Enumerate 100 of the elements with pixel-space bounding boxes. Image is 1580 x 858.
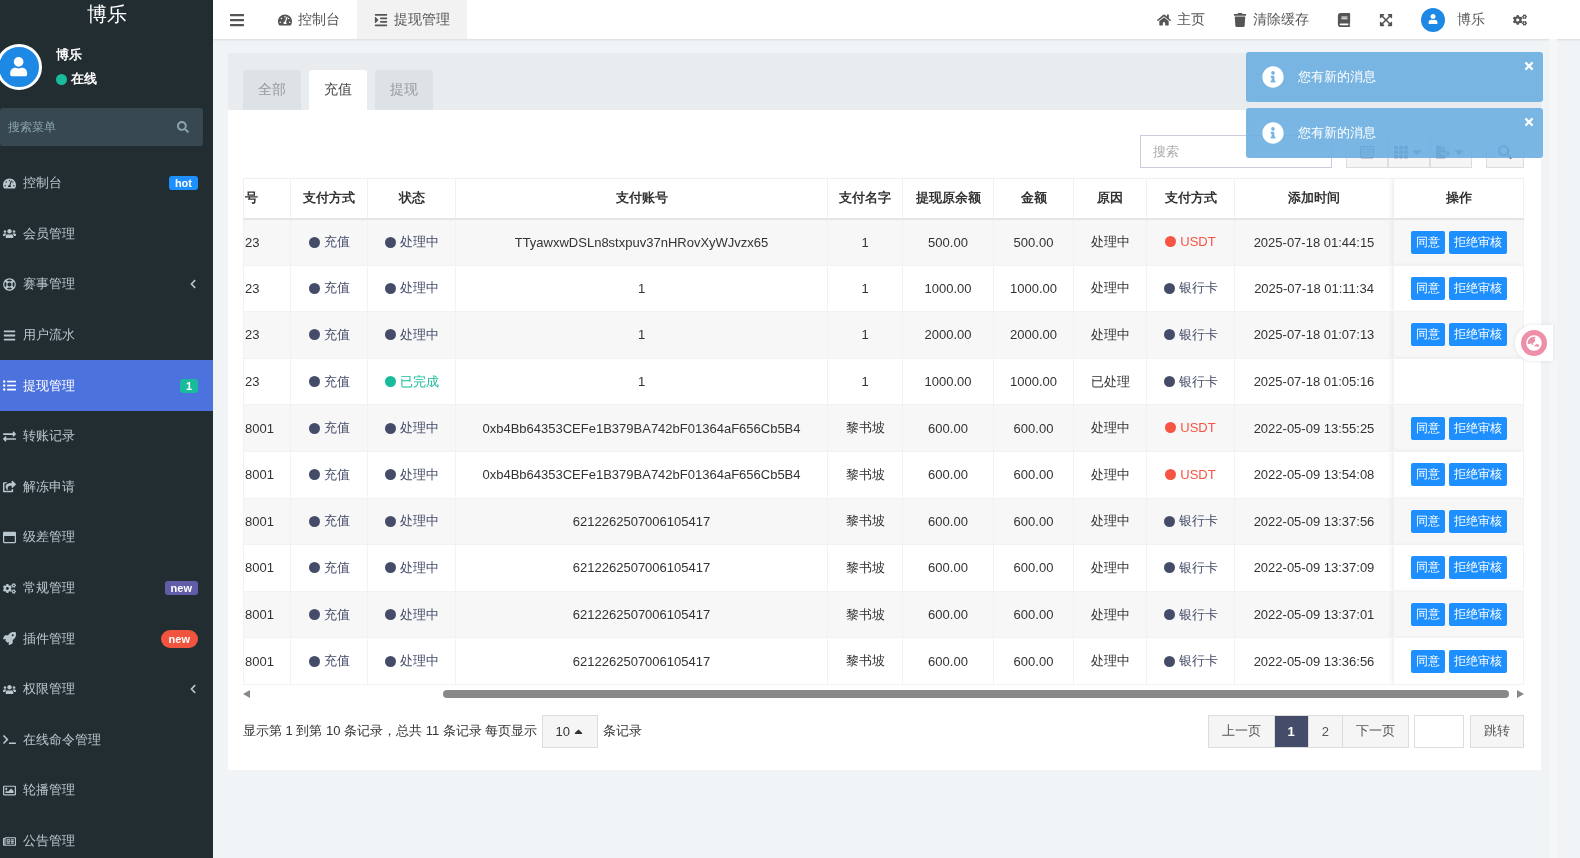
page-number-field[interactable] bbox=[1414, 714, 1464, 748]
scroll-left-icon[interactable] bbox=[243, 689, 250, 698]
menu-item[interactable]: 插件管理 new bbox=[0, 613, 213, 664]
table-cell: 2025-07-18 01:11:34 bbox=[1234, 265, 1394, 312]
column-header: 支付名字 bbox=[827, 178, 903, 219]
menu-item[interactable]: 控制台 hot bbox=[0, 158, 213, 209]
table-cell: 2022-05-09 13:54:08 bbox=[1234, 451, 1394, 499]
close-icon[interactable] bbox=[1523, 60, 1535, 72]
records-summary: 显示第 1 到第 10 条记录，总共 11 条记录 每页显示 bbox=[243, 722, 538, 741]
rocket-icon bbox=[3, 632, 16, 646]
table-cell: 8001 bbox=[243, 591, 291, 638]
menu-badge: 1 bbox=[179, 378, 198, 393]
jump-button[interactable]: 跳转 bbox=[1470, 714, 1524, 748]
gauge-icon bbox=[3, 176, 16, 190]
table-cell: 2025-07-18 01:44:15 bbox=[1234, 218, 1394, 266]
column-header: 支付方式 bbox=[1146, 178, 1235, 219]
method-tag: USDT bbox=[1165, 234, 1216, 250]
globe-icon bbox=[1526, 335, 1542, 351]
table-cell: 1 bbox=[827, 218, 903, 266]
user-menu[interactable]: 博乐 bbox=[1407, 0, 1499, 39]
menu-item[interactable]: 常规管理 new bbox=[0, 562, 213, 614]
menu-item[interactable]: 级差管理 bbox=[0, 512, 213, 563]
table-cell: 6212262507006105417 bbox=[455, 591, 828, 638]
table-cell: 23 bbox=[243, 358, 291, 405]
table-cell: 已处理 bbox=[1073, 358, 1147, 405]
table-cell: 1 bbox=[827, 358, 903, 405]
user-status: 在线 bbox=[56, 70, 97, 88]
list-icon bbox=[3, 379, 16, 393]
menu-badge: new bbox=[160, 629, 198, 648]
menu-badge: new bbox=[164, 581, 198, 596]
table-cell: 600.00 bbox=[902, 591, 994, 638]
info-icon bbox=[1262, 122, 1284, 144]
menu-item[interactable]: 转账记录 bbox=[0, 410, 213, 462]
column-header: 金额 bbox=[993, 178, 1074, 219]
column-header: 提现原余额 bbox=[902, 178, 994, 219]
page-button[interactable]: 1 bbox=[1273, 714, 1309, 748]
column-header: 状态 bbox=[367, 178, 456, 219]
table-cell: 1 bbox=[827, 311, 903, 359]
column-header: 支付方式 bbox=[290, 178, 368, 219]
table-cell: 600.00 bbox=[993, 498, 1074, 545]
menu-item[interactable]: 赛事管理 bbox=[0, 259, 213, 310]
menu-search-field[interactable]: 搜索菜单 bbox=[0, 108, 203, 146]
menu-item[interactable]: 在线命令管理 bbox=[0, 714, 213, 766]
table-cell: 600.00 bbox=[993, 404, 1074, 452]
menu-item[interactable]: 公告管理 bbox=[0, 815, 213, 858]
menu-item[interactable]: 用户流水 bbox=[0, 309, 213, 361]
user-avatar bbox=[1421, 7, 1445, 32]
menu-item[interactable]: 轮播管理 bbox=[0, 765, 213, 816]
table-cell: 600.00 bbox=[902, 637, 994, 685]
trash-icon bbox=[1233, 12, 1247, 27]
table-cell: 1 bbox=[455, 311, 828, 359]
table-cell: 500.00 bbox=[902, 218, 994, 266]
image-icon bbox=[3, 783, 16, 797]
table-cell: 处理中 bbox=[1073, 451, 1147, 499]
user-avatar bbox=[0, 44, 42, 90]
table-cell: 23 bbox=[243, 311, 291, 359]
table-cell: 600.00 bbox=[902, 498, 994, 545]
prev-page-button[interactable]: 上一页 bbox=[1207, 714, 1275, 748]
chevron-icon bbox=[188, 279, 198, 290]
table-cell: 处理中 bbox=[1073, 311, 1147, 359]
nav-link[interactable]: 清除缓存 bbox=[1219, 0, 1323, 39]
menu-item[interactable]: 解冻申请 bbox=[0, 461, 213, 513]
translate-button[interactable] bbox=[1515, 325, 1553, 361]
table-cell: 600.00 bbox=[902, 404, 994, 452]
page-size-select[interactable]: 10 bbox=[542, 714, 598, 748]
close-icon[interactable] bbox=[1523, 116, 1535, 128]
column-header: 操作 bbox=[1393, 178, 1524, 219]
menu-item[interactable]: 会员管理 bbox=[0, 208, 213, 260]
settings-icon bbox=[1513, 12, 1527, 27]
table-cell: 600.00 bbox=[993, 591, 1074, 638]
column-header: 号 bbox=[243, 178, 291, 219]
table-cell: 8001 bbox=[243, 451, 291, 499]
column-header: 添加时间 bbox=[1234, 178, 1394, 219]
table-cell: 2000.00 bbox=[902, 311, 994, 359]
table-cell: 600.00 bbox=[993, 637, 1074, 685]
menu-icon bbox=[229, 11, 245, 28]
table-cell: 1 bbox=[455, 358, 828, 405]
page-button[interactable]: 2 bbox=[1307, 714, 1343, 748]
scroll-right-icon[interactable] bbox=[1517, 689, 1524, 698]
table-cell: 600.00 bbox=[993, 544, 1074, 592]
scrollbar-thumb[interactable] bbox=[443, 689, 1509, 698]
table-cell: 600.00 bbox=[902, 544, 994, 592]
table-cell: 黎书坡 bbox=[827, 544, 903, 592]
gauge-icon bbox=[278, 12, 292, 27]
nav-tab[interactable]: 控制台 bbox=[261, 0, 357, 39]
menu-item[interactable]: 提现管理 1 bbox=[0, 360, 213, 411]
expand-icon bbox=[1379, 12, 1393, 27]
table-cell: 1000.00 bbox=[902, 358, 994, 405]
menu-item[interactable]: 权限管理 bbox=[0, 663, 213, 715]
filter-tab[interactable]: 充值 bbox=[309, 70, 367, 110]
table-cell: 2025-07-18 01:05:16 bbox=[1234, 358, 1394, 405]
search-icon bbox=[177, 121, 189, 133]
nav-tab[interactable]: 提现管理 bbox=[357, 0, 467, 39]
column-header: 支付账号 bbox=[455, 178, 828, 219]
next-page-button[interactable]: 下一页 bbox=[1342, 714, 1409, 748]
share-icon bbox=[3, 480, 16, 494]
table-cell: 1000.00 bbox=[902, 265, 994, 312]
table-cell: 处理中 bbox=[1073, 544, 1147, 592]
nav-link[interactable]: 主页 bbox=[1143, 0, 1219, 39]
table-cell: 处理中 bbox=[1073, 637, 1147, 685]
